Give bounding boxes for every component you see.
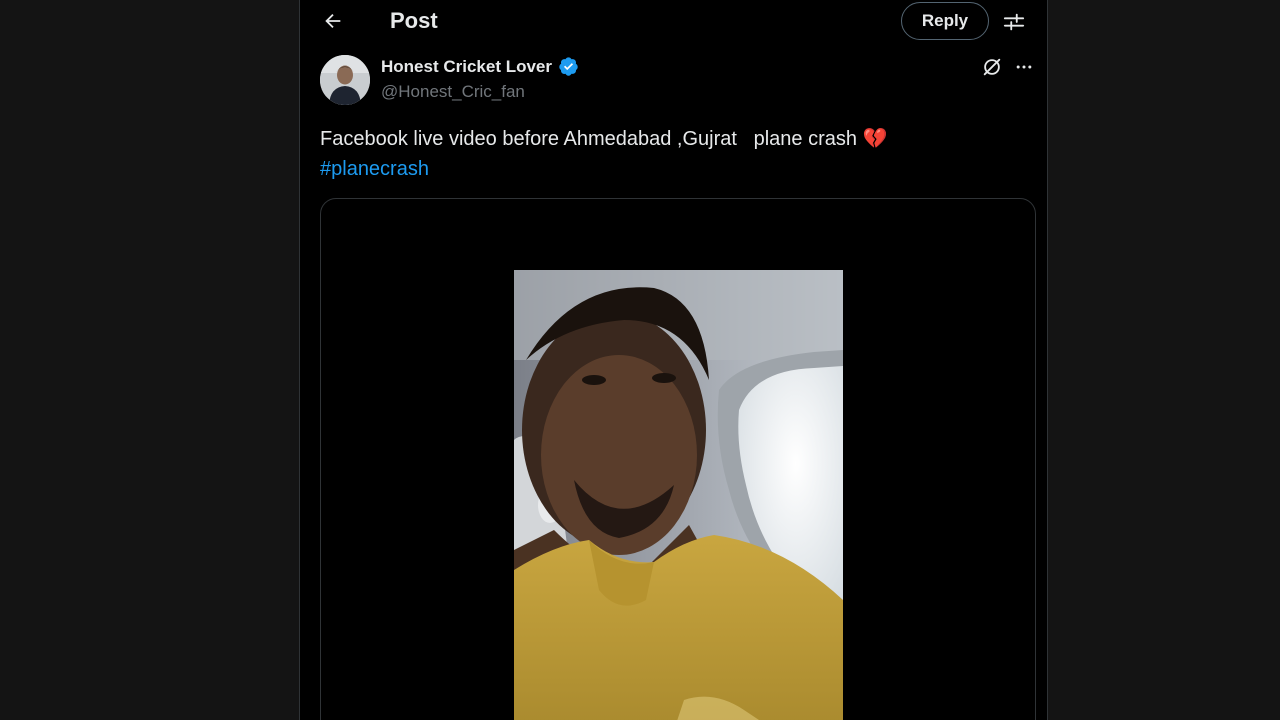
top-bar: Post Reply xyxy=(300,0,1047,44)
avatar[interactable] xyxy=(320,55,370,105)
sliders-icon xyxy=(1003,13,1025,31)
page-title: Post xyxy=(390,8,438,33)
author-name-row: Honest Cricket Lover xyxy=(381,56,579,77)
more-button[interactable] xyxy=(1012,55,1036,79)
author-name[interactable]: Honest Cricket Lover xyxy=(381,57,552,77)
back-button[interactable] xyxy=(318,6,348,36)
hashtag-link[interactable]: #planecrash xyxy=(320,158,429,180)
grok-icon xyxy=(983,58,1001,76)
post-text: Facebook live video before Ahmedabad ,Gu… xyxy=(320,124,1020,184)
grok-button[interactable] xyxy=(980,55,1004,79)
post-text-main: Facebook live video before Ahmedabad ,Gu… xyxy=(320,128,857,150)
post-column: Post Reply Honest Cricket Lover @Honest_… xyxy=(299,0,1048,720)
video-thumbnail[interactable] xyxy=(514,270,843,720)
verified-badge-icon[interactable] xyxy=(558,56,579,77)
more-horizontal-icon xyxy=(1016,65,1032,69)
reply-button[interactable]: Reply xyxy=(901,2,989,40)
video-frame-image xyxy=(514,270,843,720)
media-card[interactable] xyxy=(320,198,1036,720)
arrow-left-icon xyxy=(325,13,341,29)
user-avatar xyxy=(320,55,370,105)
settings-button[interactable] xyxy=(1000,8,1028,36)
broken-heart-emoji: 💔 xyxy=(862,128,888,150)
author-handle[interactable]: @Honest_Cric_fan xyxy=(381,82,579,102)
author-info: Honest Cricket Lover @Honest_Cric_fan xyxy=(381,56,579,102)
